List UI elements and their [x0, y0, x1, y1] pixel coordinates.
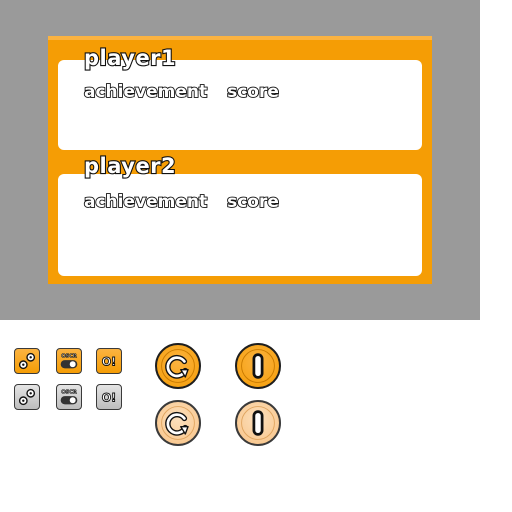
toggle-label: OSCR [61, 353, 77, 359]
player2-title: player2 [83, 154, 177, 178]
replay-icon [161, 406, 195, 440]
pause-icon [241, 349, 275, 383]
achievements-icon [18, 352, 36, 370]
achievements-button[interactable] [14, 348, 40, 374]
pause-button[interactable] [235, 343, 281, 389]
toggle-icon: OSCR [60, 389, 78, 405]
replay-icon [161, 349, 195, 383]
alert-label: O! [102, 356, 116, 369]
toggle-button[interactable]: OSCR [56, 348, 82, 374]
achievement-header: achievement [83, 82, 208, 102]
score-header: score [226, 82, 280, 102]
replay-button-faded[interactable] [155, 400, 201, 446]
player2-card [58, 174, 422, 276]
pause-button-faded[interactable] [235, 400, 281, 446]
toggle-icon: OSCR [60, 353, 78, 369]
achievements-button-disabled[interactable] [14, 384, 40, 410]
toggle-label: OSCR [61, 389, 77, 395]
toggle-button-disabled[interactable]: OSCR [56, 384, 82, 410]
achievements-icon [18, 388, 36, 406]
player2-columns: achievement score [83, 192, 280, 212]
replay-button[interactable] [155, 343, 201, 389]
player1-title: player1 [83, 46, 177, 70]
pause-icon [241, 406, 275, 440]
alert-icon: O! [101, 391, 116, 405]
alert-label: O! [102, 392, 116, 405]
achievement-header: achievement [83, 192, 208, 212]
alert-icon: O! [101, 355, 116, 369]
scoreboard-panel: player1 achievement score player2 achieve… [48, 36, 432, 284]
score-header: score [226, 192, 280, 212]
alert-button-disabled[interactable]: O! [96, 384, 122, 410]
alert-button[interactable]: O! [96, 348, 122, 374]
player1-columns: achievement score [83, 82, 280, 102]
player1-card [58, 60, 422, 150]
